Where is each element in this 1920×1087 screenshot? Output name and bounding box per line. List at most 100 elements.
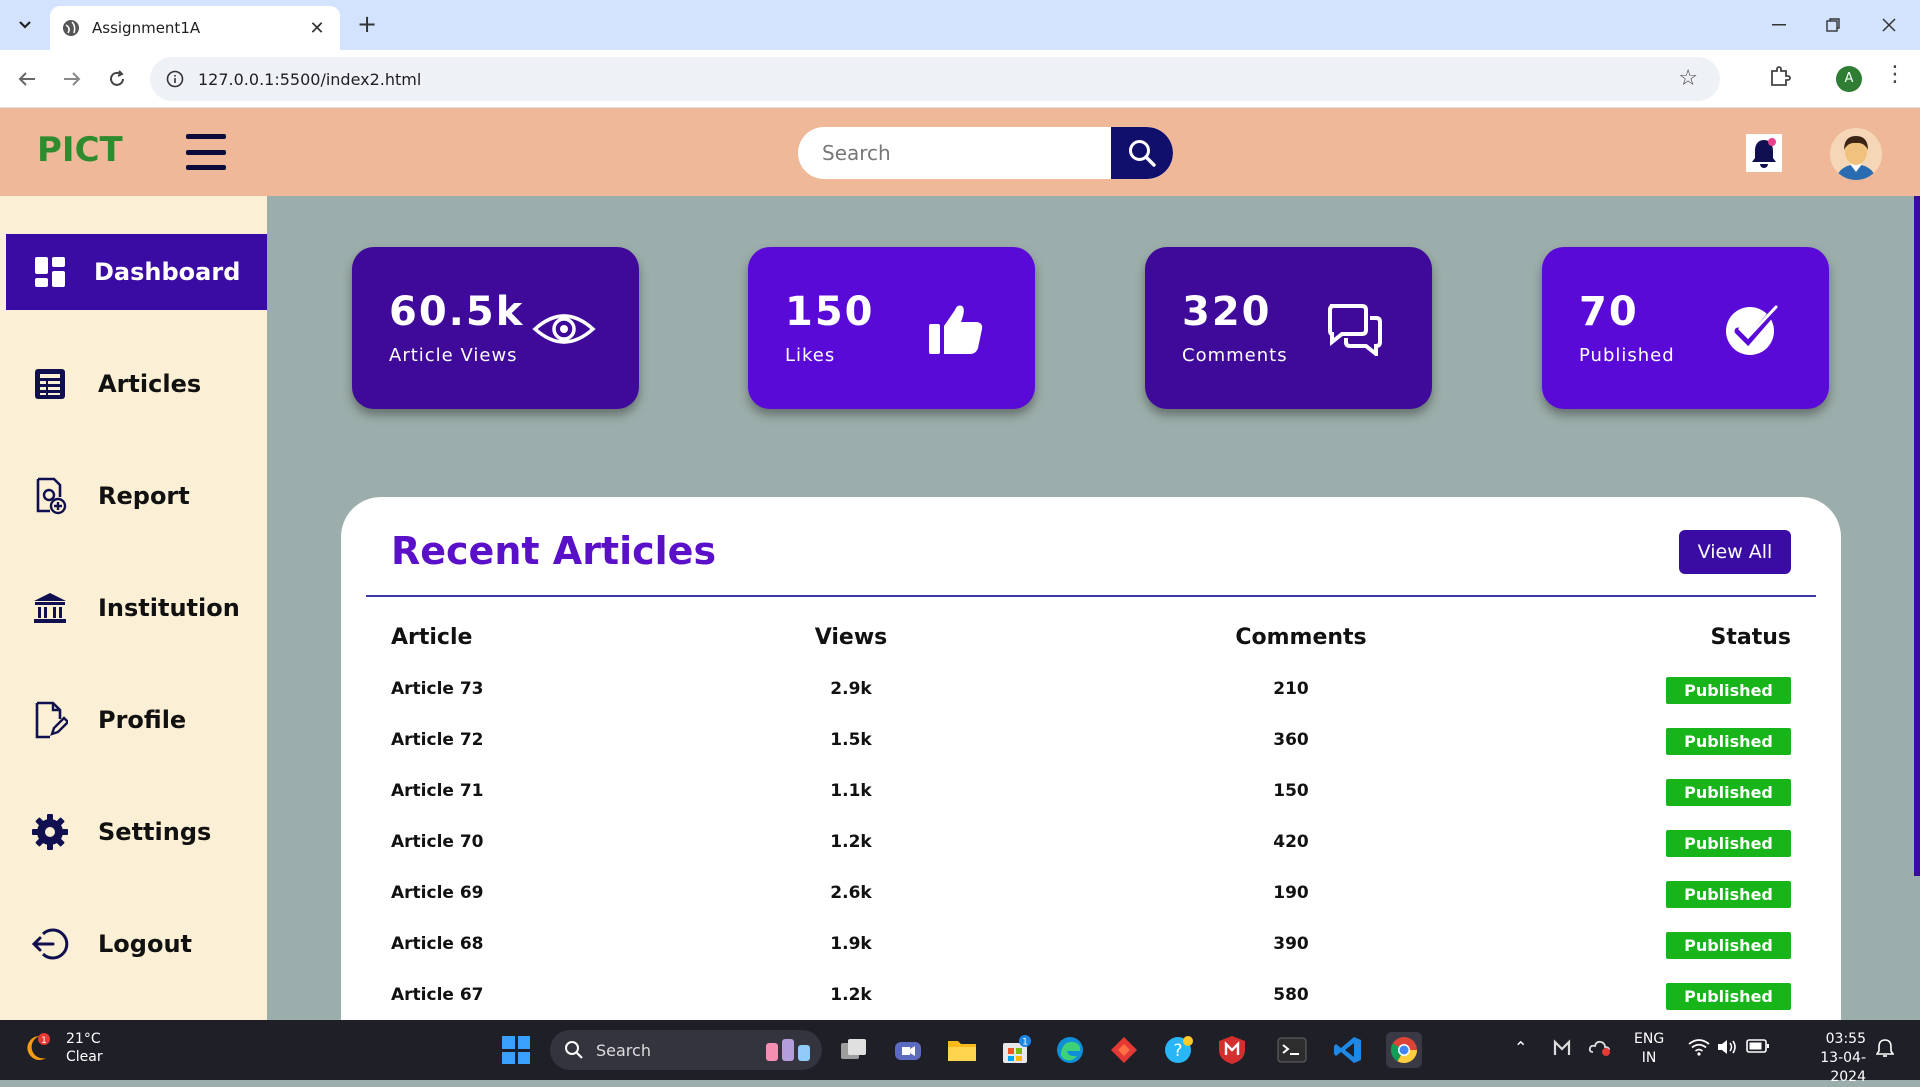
browser-tab-bar: Assignment1A ✕ + (0, 0, 1920, 50)
reload-button[interactable] (100, 62, 134, 96)
table-row[interactable]: Article 69 2.6k 190 Published (341, 871, 1841, 922)
forward-button[interactable] (55, 62, 89, 96)
wifi-icon[interactable] (1688, 1038, 1710, 1060)
file-explorer-button[interactable] (944, 1032, 980, 1068)
table-row[interactable]: Article 71 1.1k 150 Published (341, 769, 1841, 820)
table-row[interactable]: Article 67 1.2k 580 Published (341, 973, 1841, 1020)
search-button[interactable] (1111, 127, 1173, 179)
task-view-icon (841, 1039, 866, 1059)
mcafee-tray-icon[interactable] (1552, 1038, 1572, 1062)
minimize-button[interactable] (1756, 8, 1802, 42)
anydesk-icon (1111, 1037, 1137, 1063)
sidebar-item-label: Settings (98, 818, 212, 846)
address-bar[interactable]: 127.0.0.1:5500/index2.html ☆ (150, 57, 1720, 101)
table-row[interactable]: Article 73 2.9k 210 Published (341, 667, 1841, 718)
recent-articles-panel: Recent Articles View All Article Views C… (341, 497, 1841, 1020)
chrome-app-button[interactable] (1386, 1032, 1422, 1068)
page-scrollbar[interactable] (1914, 196, 1920, 876)
table-row[interactable]: Article 70 1.2k 420 Published (341, 820, 1841, 871)
column-header-comments: Comments (1235, 625, 1367, 650)
volume-icon[interactable] (1716, 1038, 1738, 1060)
weather-widget[interactable]: 1 21°C Clear (24, 1030, 103, 1066)
sidebar-item-institution[interactable]: Institution (6, 570, 267, 646)
sidebar-item-logout[interactable]: Logout (6, 906, 267, 982)
video-call-icon (895, 1042, 921, 1060)
onedrive-offline-icon[interactable] (1588, 1038, 1612, 1060)
article-cell: Article 68 (391, 934, 484, 954)
sidebar: Dashboard Articles Report Institution Pr… (0, 196, 267, 1020)
user-avatar[interactable] (1830, 128, 1882, 180)
back-button[interactable] (10, 62, 44, 96)
table-row[interactable]: Article 72 1.5k 360 Published (341, 718, 1841, 769)
hamburger-menu-icon[interactable] (186, 134, 226, 170)
stat-card-likes[interactable]: 150 Likes (748, 247, 1035, 409)
globe-icon (63, 20, 79, 36)
views-cell: 1.5k (830, 730, 872, 750)
taskbar-search[interactable]: Search (550, 1030, 822, 1070)
table-row[interactable]: Article 68 1.9k 390 Published (341, 922, 1841, 973)
browser-tab[interactable]: Assignment1A ✕ (50, 6, 340, 50)
folder-icon (948, 1041, 976, 1061)
search-box (798, 127, 1173, 179)
eye-icon (532, 299, 596, 359)
weather-temp: 21°C (66, 1031, 101, 1047)
brand-logo[interactable]: PICT (37, 130, 123, 170)
help-app-button[interactable]: ? (1160, 1032, 1196, 1068)
restore-button[interactable] (1810, 8, 1856, 42)
dashboard-icon (30, 252, 70, 292)
windows-taskbar: 1 21°C Clear Search 1 ? ⌃ ENG IN 03:55 1… (0, 1020, 1920, 1085)
search-icon (565, 1041, 583, 1059)
close-window-button[interactable] (1866, 8, 1912, 42)
article-cell: Article 69 (391, 883, 484, 903)
stat-label: Comments (1182, 345, 1288, 366)
comments-cell: 420 (1273, 832, 1309, 852)
site-info-icon (166, 70, 184, 88)
show-hidden-icons-button[interactable]: ⌃ (1514, 1038, 1527, 1057)
browser-menu-button[interactable]: ⋮ (1884, 62, 1906, 87)
comments-cell: 190 (1273, 883, 1309, 903)
anydesk-app-button[interactable] (1106, 1032, 1142, 1068)
arrow-left-icon (18, 72, 35, 86)
extensions-button[interactable] (1768, 64, 1792, 92)
edge-app-button[interactable] (1052, 1032, 1088, 1068)
tab-list-button[interactable] (10, 10, 40, 40)
language-indicator[interactable]: ENG IN (1634, 1030, 1664, 1068)
battery-icon[interactable] (1746, 1038, 1770, 1057)
sidebar-item-report[interactable]: Report (6, 458, 267, 534)
notification-center-button[interactable] (1875, 1038, 1895, 1062)
teams-app-button[interactable] (890, 1032, 926, 1068)
sidebar-item-dashboard[interactable]: Dashboard (6, 234, 267, 310)
status-badge: Published (1666, 779, 1791, 806)
bell-icon (1752, 138, 1776, 168)
chevron-down-icon (19, 21, 31, 29)
task-view-button[interactable] (836, 1032, 872, 1068)
search-input[interactable] (798, 127, 1111, 179)
new-tab-button[interactable]: + (352, 10, 382, 40)
view-all-button[interactable]: View All (1679, 530, 1791, 574)
tab-close-button[interactable]: ✕ (306, 18, 328, 39)
system-clock[interactable]: 03:55 13-04-2024 (1786, 1030, 1866, 1087)
start-button[interactable] (502, 1036, 530, 1064)
stat-card-published[interactable]: 70 Published (1542, 247, 1829, 409)
bookmark-star-icon[interactable]: ☆ (1678, 66, 1698, 91)
sidebar-item-label: Logout (98, 930, 193, 958)
search-highlight-icon (766, 1039, 810, 1061)
shield-icon (1219, 1036, 1245, 1064)
profile-avatar-button[interactable]: A (1836, 66, 1862, 92)
comments-cell: 390 (1273, 934, 1309, 954)
terminal-app-button[interactable] (1274, 1032, 1310, 1068)
browser-toolbar: 127.0.0.1:5500/index2.html ☆ A ⋮ (0, 50, 1920, 108)
mcafee-app-button[interactable] (1214, 1032, 1250, 1068)
store-app-button[interactable]: 1 (998, 1032, 1034, 1068)
stat-card-comments[interactable]: 320 Comments (1145, 247, 1432, 409)
sidebar-item-articles[interactable]: Articles (6, 346, 267, 422)
vscode-app-button[interactable] (1330, 1032, 1366, 1068)
edge-icon (1057, 1037, 1083, 1063)
minimize-icon (1772, 24, 1786, 26)
notifications-button[interactable] (1746, 134, 1782, 172)
status-badge: Published (1666, 881, 1791, 908)
weather-desc: Clear (66, 1049, 103, 1065)
sidebar-item-profile[interactable]: Profile (6, 682, 267, 758)
sidebar-item-settings[interactable]: Settings (6, 794, 267, 870)
stat-card-article-views[interactable]: 60.5k Article Views (352, 247, 639, 409)
